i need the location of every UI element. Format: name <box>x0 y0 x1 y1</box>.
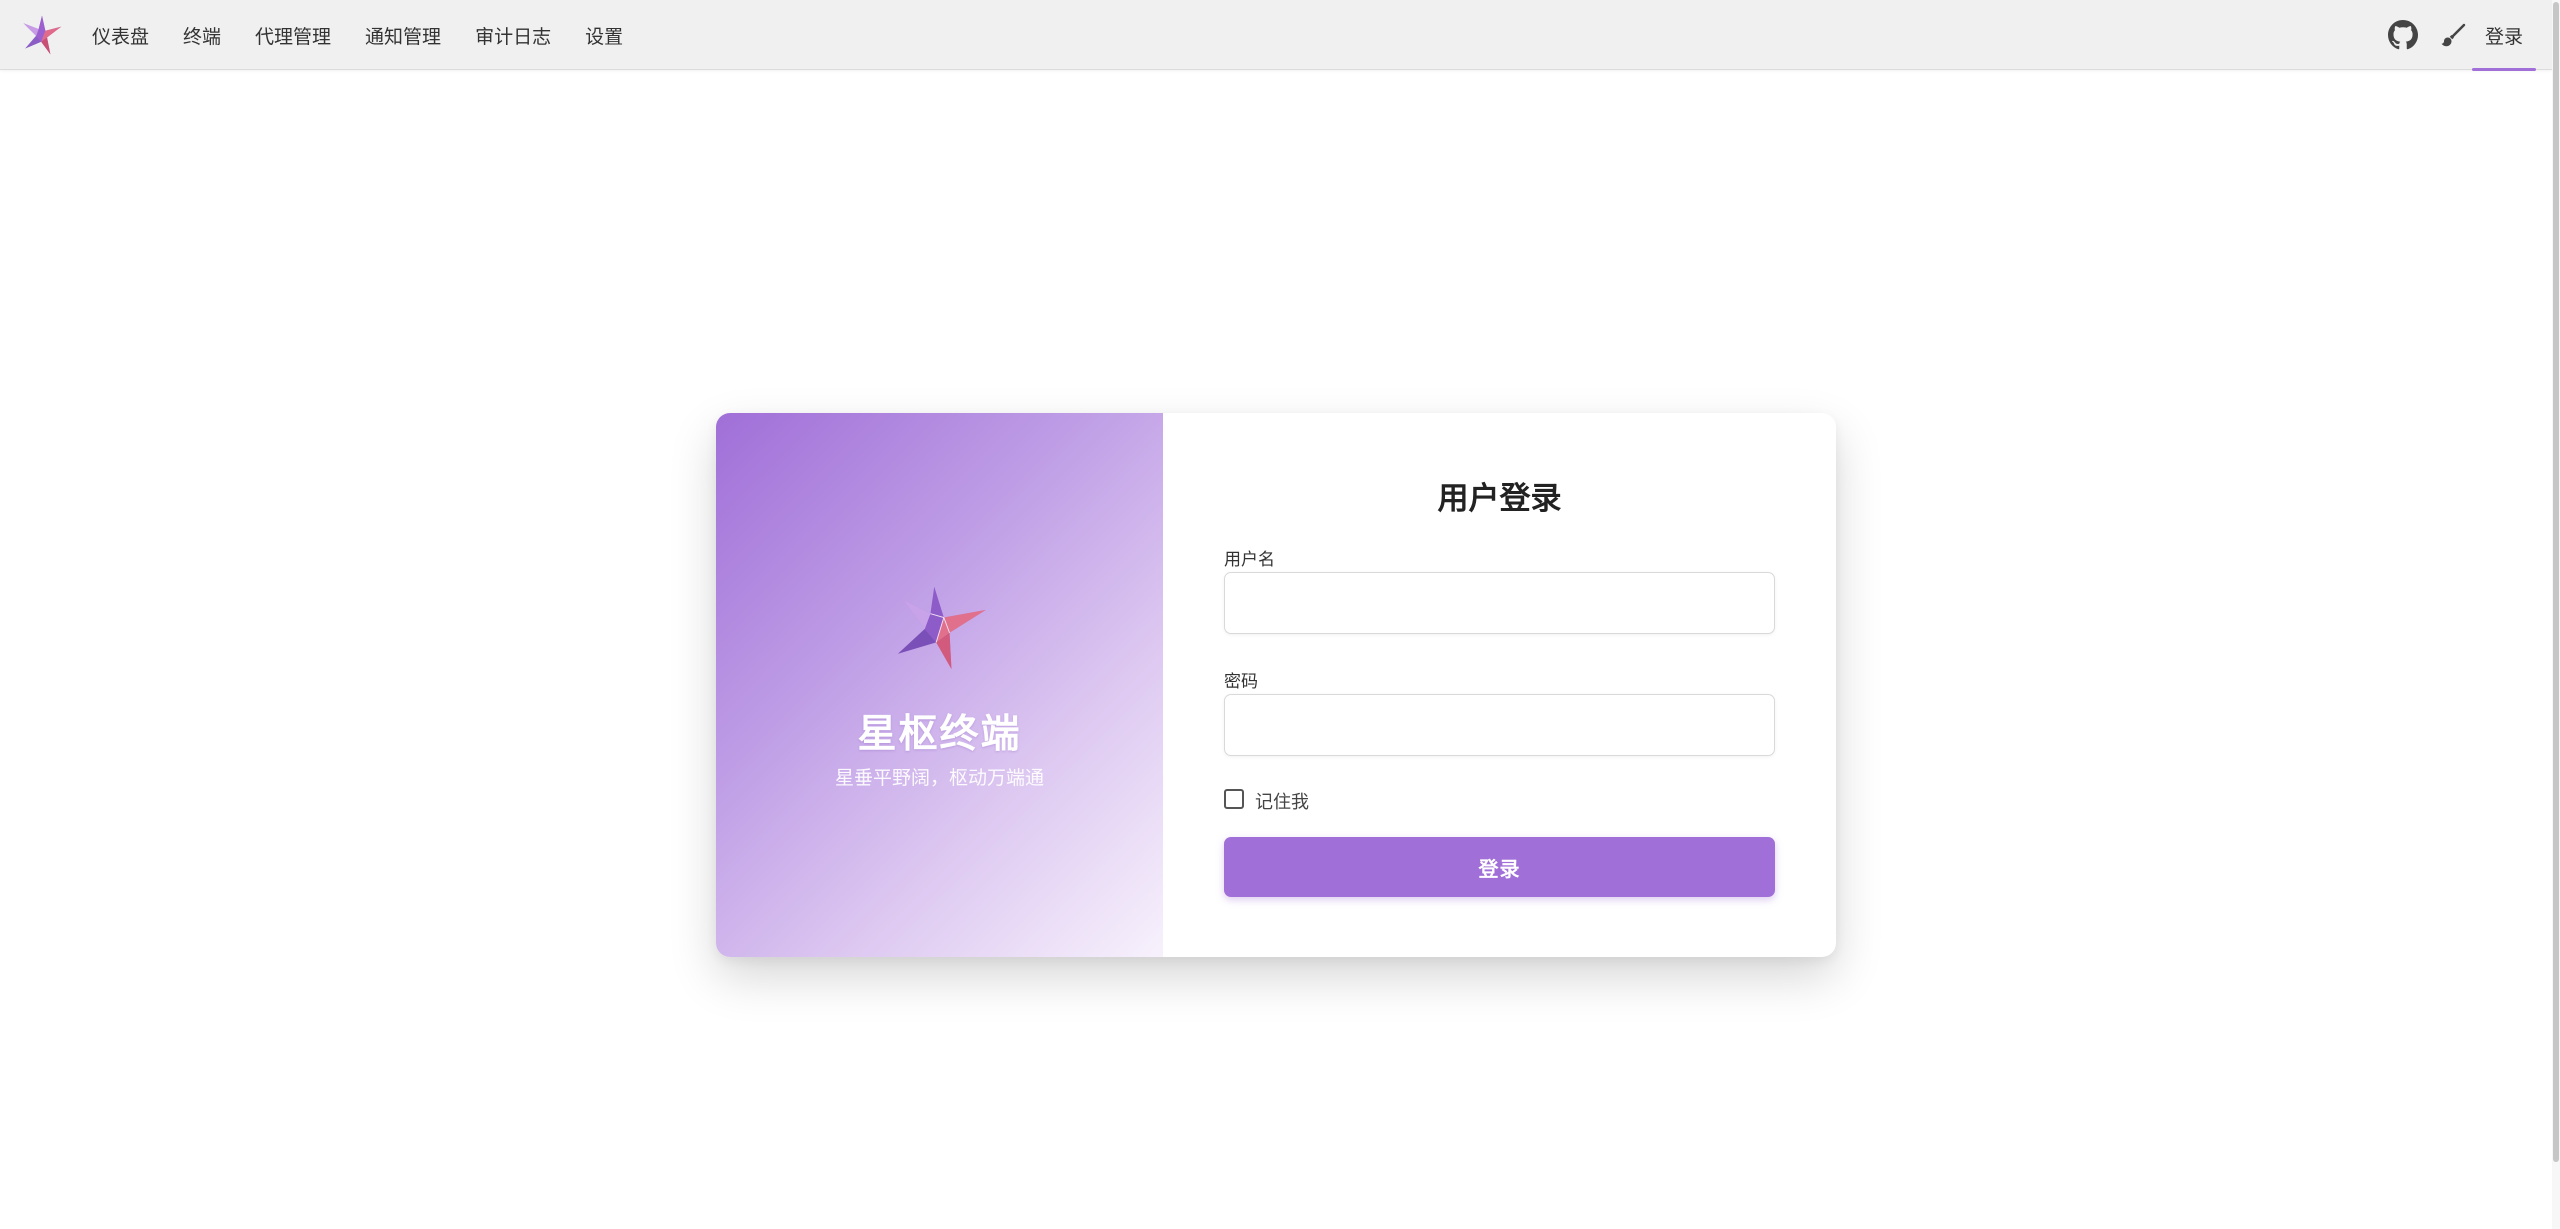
remember-me-label[interactable]: 记住我 <box>1255 788 1309 814</box>
remember-me-checkbox[interactable] <box>1224 789 1244 809</box>
form-title: 用户登录 <box>1437 481 1562 517</box>
top-navbar: 仪表盘 终端 代理管理 通知管理 审计日志 设置 登录 <box>0 0 2552 71</box>
login-card: 星枢终端 星垂平野阔，枢动万端通 用户登录 用户名 密码 记住我 登录 <box>716 413 1836 957</box>
brand-slogan: 星垂平野阔，枢动万端通 <box>834 767 1044 789</box>
nav-item-audit-log[interactable]: 审计日志 <box>475 22 551 49</box>
nav-item-dashboard[interactable]: 仪表盘 <box>92 22 149 49</box>
main-nav: 仪表盘 终端 代理管理 通知管理 审计日志 设置 <box>92 0 623 70</box>
login-form: 用户登录 用户名 密码 记住我 登录 <box>1163 413 1836 957</box>
star-origami-logo-icon <box>897 586 986 670</box>
brand-panel: 星枢终端 星垂平野阔，枢动万端通 <box>716 413 1163 957</box>
scrollbar-thumb[interactable] <box>2553 2 2559 1162</box>
page-scrollbar[interactable] <box>2552 0 2560 1229</box>
nav-item-settings[interactable]: 设置 <box>585 22 623 49</box>
brush-icon[interactable] <box>2439 20 2469 50</box>
password-label: 密码 <box>1224 672 1258 692</box>
star-origami-logo-icon[interactable] <box>20 14 64 56</box>
password-input[interactable] <box>1224 694 1775 756</box>
page: 仪表盘 终端 代理管理 通知管理 审计日志 设置 登录 星枢终端 星垂平野阔，枢… <box>0 0 2560 1229</box>
login-submit-button[interactable]: 登录 <box>1224 837 1775 897</box>
username-input[interactable] <box>1224 572 1775 634</box>
nav-item-terminal[interactable]: 终端 <box>183 22 221 49</box>
nav-item-notifications[interactable]: 通知管理 <box>365 22 441 49</box>
brand-title: 星枢终端 <box>857 712 1022 757</box>
username-label: 用户名 <box>1224 550 1275 570</box>
nav-item-proxy[interactable]: 代理管理 <box>255 22 331 49</box>
github-icon[interactable] <box>2388 20 2418 50</box>
nav-login-link[interactable]: 登录 <box>2472 0 2536 71</box>
